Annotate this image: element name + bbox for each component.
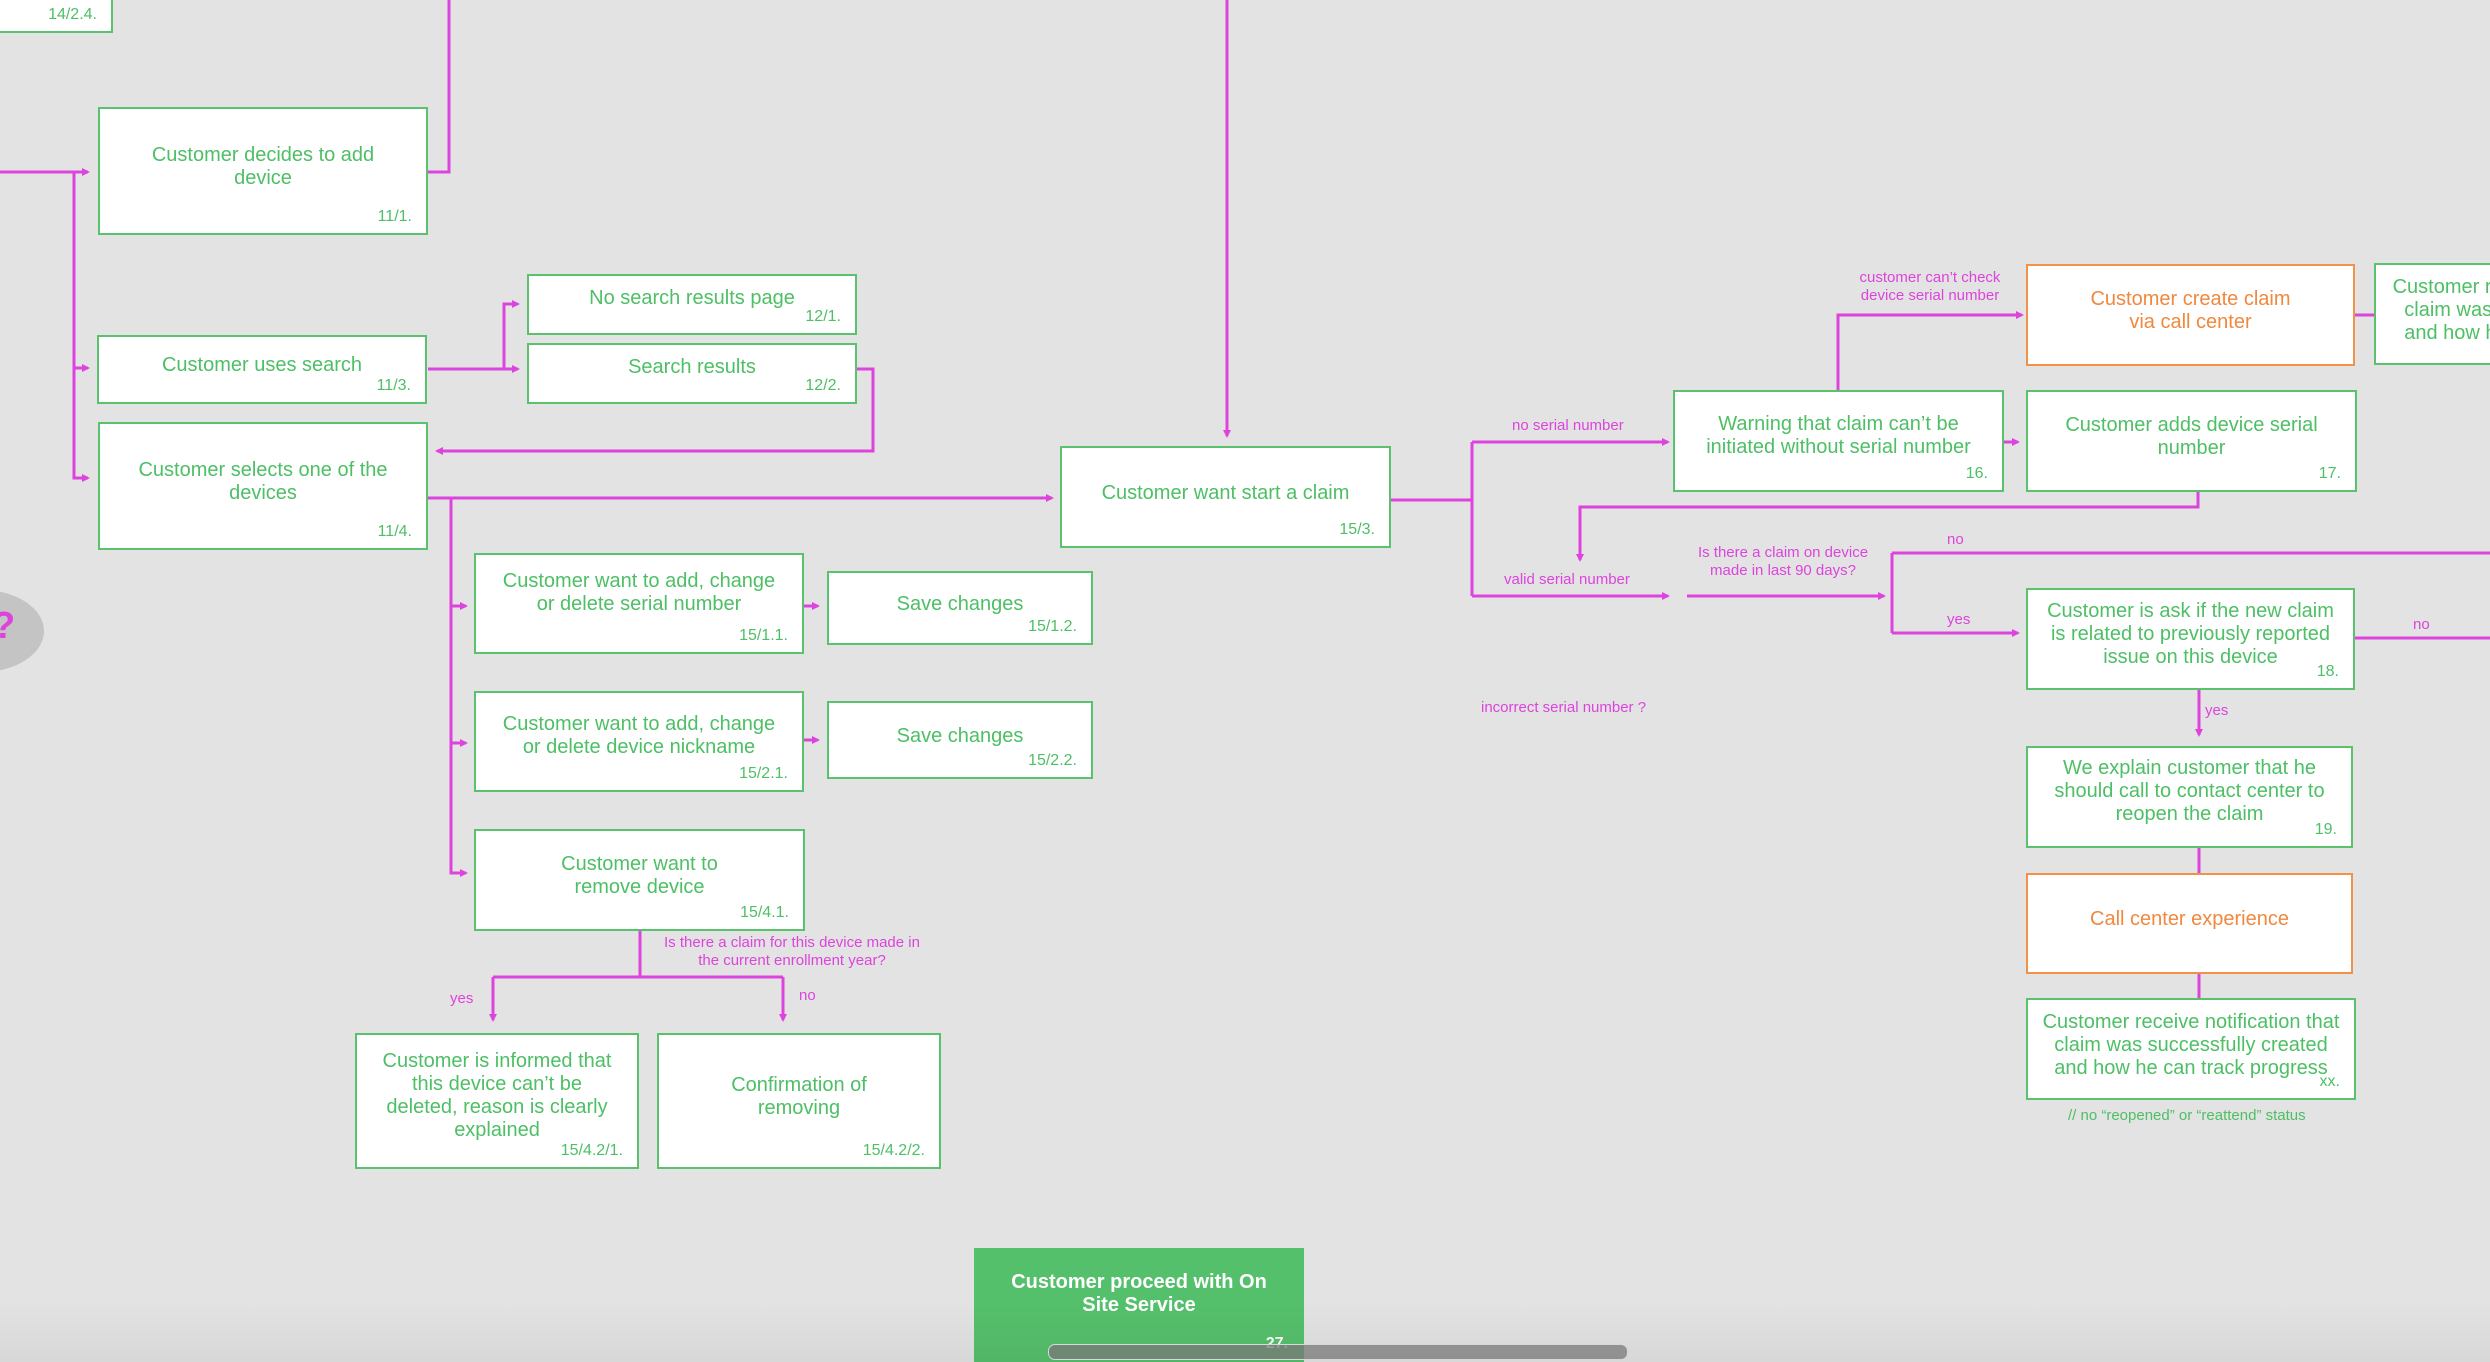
edge-label-valid-serial: valid serial number <box>1504 571 1630 588</box>
step-11-4[interactable]: Customer selects one of the devices 11/4… <box>98 422 428 550</box>
step-label: Customer selects one of the devices <box>138 459 388 504</box>
step-notification-cutoff[interactable]: Customer receive notification that claim… <box>2374 263 2490 365</box>
step-label: We explain customer that he should call … <box>2054 756 2325 825</box>
step-label: Customer proceed with On Site Service <box>1011 1271 1267 1316</box>
step-number: 11/4. <box>377 523 412 540</box>
edge-label-incorrect-serial: incorrect serial number ? <box>1481 699 1647 716</box>
edge-label-related-yes: yes <box>2205 702 2229 719</box>
step-label: Customer is informed that this device ca… <box>382 1050 612 1141</box>
step-number: 11/1. <box>377 208 412 225</box>
step-number: 15/2.2. <box>1028 752 1077 769</box>
connector <box>1576 492 2200 562</box>
connector <box>72 172 90 482</box>
step-label: Customer adds device serial number <box>2065 414 2318 459</box>
step-number: 12/2. <box>805 377 841 394</box>
step-18[interactable]: Customer is ask if the new claim is rela… <box>2026 588 2355 690</box>
step-number: 19. <box>2314 821 2337 838</box>
step-19[interactable]: We explain customer that he should call … <box>2026 746 2353 848</box>
connector <box>428 0 451 174</box>
step-number: 14/2.4. <box>48 6 97 23</box>
step-label: Customer receive notification that claim… <box>2042 1010 2340 1079</box>
step-label: Customer want to remove device <box>561 853 718 898</box>
step-label: Customer want to add, change or delete d… <box>502 712 776 758</box>
step-12-1[interactable]: No search results page 12/1. <box>527 274 857 335</box>
edge-label-claim-90-days: Is there a claim on device made in last … <box>1688 544 1878 580</box>
step-label: Customer want to add, change or delete s… <box>502 569 776 615</box>
connector <box>502 300 520 369</box>
step-15-1-1[interactable]: Customer want to add, change or delete s… <box>474 553 804 654</box>
step-number: 17. <box>2318 465 2341 482</box>
step-number: 15/1.1. <box>739 627 788 644</box>
step-15-4-2-2[interactable]: Confirmation of removing 15/4.2/2. <box>657 1033 941 1169</box>
step-label: Search results <box>628 356 756 378</box>
step-15-2-2[interactable]: Save changes 15/2.2. <box>827 701 1093 779</box>
edge-label-remove-yes: yes <box>450 990 474 1007</box>
edge-label-text: Is there a claim on device made in last … <box>1697 544 1869 579</box>
step-label: Confirmation of removing <box>731 1074 867 1119</box>
step-label: Customer want start a claim <box>1101 481 1350 504</box>
step-number: 12/1. <box>805 308 841 325</box>
step-15-4-1[interactable]: Customer want to remove device 15/4.1. <box>474 829 805 931</box>
flowchart-canvas[interactable]: ? 14/2.4. Customer decides to add device… <box>0 0 2490 1362</box>
step-label: Save changes <box>896 724 1024 747</box>
step-15-4-2-1[interactable]: Customer is informed that this device ca… <box>355 1033 639 1169</box>
step-number: 15/4.2/2. <box>862 1142 925 1159</box>
step-number: 11/3. <box>376 377 411 394</box>
step-number: 15/1.2. <box>1028 618 1077 635</box>
step-17[interactable]: Customer adds device serial number 17. <box>2026 390 2357 492</box>
step-number: 15/3. <box>1339 521 1375 538</box>
question-mark-icon: ? <box>0 606 15 646</box>
edge-label-text: customer can’t check device serial numbe… <box>1859 269 2001 304</box>
step-call-center-claim[interactable]: Customer create claim via call center <box>2026 264 2355 366</box>
edge-label-no-serial: no serial number <box>1512 417 1624 434</box>
step-label: Customer decides to add device <box>151 144 375 189</box>
step-call-center-experience[interactable]: Call center experience <box>2026 873 2353 974</box>
edge-label-remove-no: no <box>799 987 816 1004</box>
step-14-2-4[interactable]: 14/2.4. <box>0 0 113 33</box>
step-11-1[interactable]: Customer decides to add device 11/1. <box>98 107 428 235</box>
step-number: 15/4.1. <box>740 904 789 921</box>
step-label: Customer receive notification that claim… <box>2392 275 2490 344</box>
step-label: Customer is ask if the new claim is rela… <box>2047 599 2334 668</box>
step-number: 16. <box>1965 465 1988 482</box>
edge-label-claim-no: no <box>1947 531 1964 548</box>
step-label: Call center experience <box>2090 908 2289 930</box>
edge-label-claim-yes: yes <box>1947 611 1971 628</box>
step-label: Customer create claim via call center <box>2090 288 2291 333</box>
step-number: 15/4.2/1. <box>560 1142 623 1159</box>
status-note: // no “reopened” or “reattend” status <box>2068 1107 2306 1124</box>
step-number: xx. <box>2319 1073 2340 1090</box>
step-label: Warning that claim can’t be initiated wi… <box>1706 413 1971 458</box>
step-number: 18. <box>2316 663 2339 680</box>
horizontal-scrollbar[interactable] <box>1048 1344 1628 1360</box>
edge-label-text: Is there a claim for this device made in… <box>664 934 920 969</box>
step-label: No search results page <box>589 287 795 309</box>
step-15-3[interactable]: Customer want start a claim 15/3. <box>1060 446 1391 548</box>
step-15-1-2[interactable]: Save changes 15/1.2. <box>827 571 1093 645</box>
step-label: Save changes <box>896 592 1024 615</box>
step-number: 15/2.1. <box>739 765 788 782</box>
step-16[interactable]: Warning that claim can’t be initiated wi… <box>1673 390 2004 492</box>
step-xx[interactable]: Customer receive notification that claim… <box>2026 998 2356 1100</box>
step-11-3[interactable]: Customer uses search 11/3. <box>97 335 427 404</box>
connector <box>449 498 468 877</box>
edge-label-cant-check: customer can’t check device serial numbe… <box>1846 269 2014 305</box>
edge-label-remove-question: Is there a claim for this device made in… <box>652 934 932 970</box>
step-12-2[interactable]: Search results 12/2. <box>527 343 857 404</box>
edge-label-related-no: no <box>2413 616 2430 633</box>
connector <box>1836 311 2024 390</box>
step-label: Customer uses search <box>161 354 363 376</box>
step-15-2-1[interactable]: Customer want to add, change or delete d… <box>474 691 804 792</box>
